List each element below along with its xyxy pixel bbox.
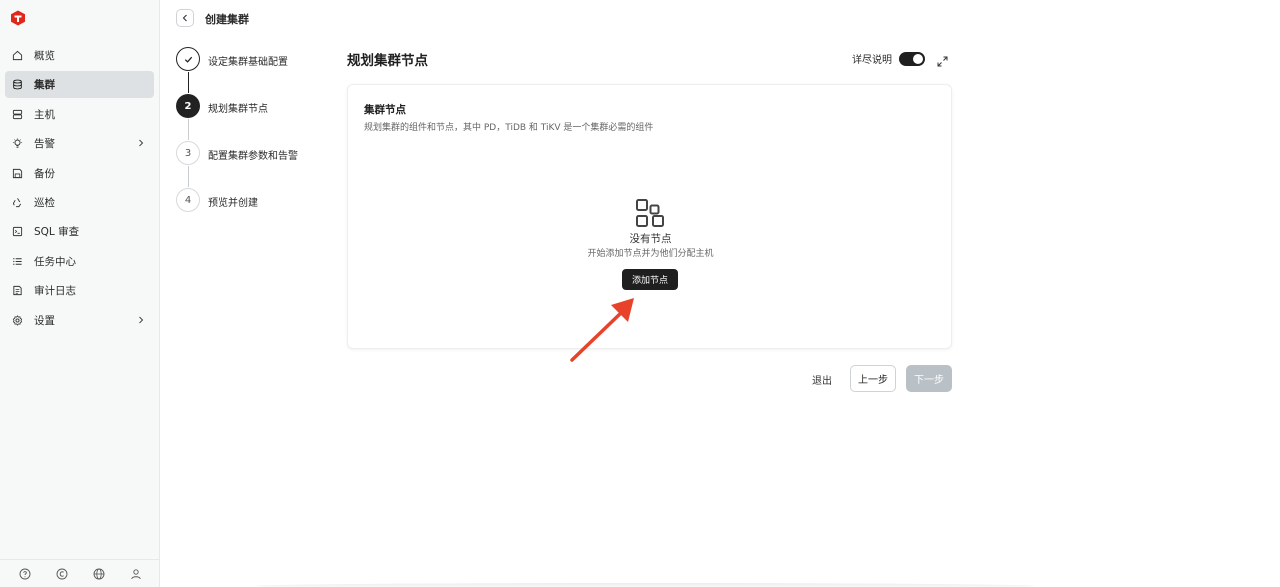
sidebar-item-overview[interactable]: 概览 (5, 42, 154, 69)
sidebar: 概览 集群 主机 告警 备份 巡检 SQL 审查 任务中心 审计日志 设置 (0, 0, 160, 587)
annotation-arrow-icon (570, 298, 634, 362)
step-label: 配置集群参数和告警 (208, 151, 298, 162)
page-title: 创建集群 (205, 13, 249, 26)
back-button[interactable] (176, 9, 194, 27)
empty-state-subtitle: 开始添加节点并为他们分配主机 (587, 249, 714, 259)
step-number: 3 (176, 141, 200, 165)
nodes-empty-icon (635, 198, 665, 228)
globe-icon[interactable] (93, 568, 105, 580)
sidebar-item-clusters[interactable]: 集群 (5, 71, 154, 99)
sidebar-item-sql-review[interactable]: SQL 审查 (5, 218, 154, 245)
detail-toggle: 详尽说明 (852, 51, 925, 66)
step-label: 预览并创建 (208, 198, 258, 209)
sidebar-item-label: 概览 (34, 50, 55, 62)
step-connector (187, 72, 189, 93)
sidebar-item-label: 巡检 (34, 196, 55, 209)
brand-logo[interactable] (10, 10, 26, 26)
document-icon (11, 285, 23, 297)
cluster-nodes-card: 集群节点 规划集群的组件和节点，其中 PD，TiDB 和 TiKV 是一个集群必… (347, 84, 952, 349)
sidebar-item-label: 主机 (34, 108, 55, 121)
step-connector (187, 119, 189, 140)
sidebar-item-label: 集群 (34, 79, 55, 92)
step-4[interactable]: 4 预览并创建 (176, 188, 336, 235)
copyright-icon[interactable] (56, 568, 68, 580)
sidebar-item-label: 审计日志 (34, 285, 76, 298)
chevron-right-icon (136, 138, 146, 148)
chevron-right-icon (136, 315, 146, 325)
sidebar-item-hosts[interactable]: 主机 (5, 101, 154, 128)
recycle-icon (11, 196, 23, 208)
check-icon (184, 56, 192, 63)
app-window: 概览 集群 主机 告警 备份 巡检 SQL 审查 任务中心 审计日志 设置 创建… (0, 0, 1280, 587)
help-icon[interactable] (19, 568, 31, 580)
sidebar-item-alerts[interactable]: 告警 (5, 130, 154, 157)
detail-toggle-label: 详尽说明 (852, 55, 892, 66)
step-2[interactable]: 2 规划集群节点 (176, 94, 336, 141)
card-description: 规划集群的组件和节点，其中 PD，TiDB 和 TiKV 是一个集群必需的组件 (364, 123, 654, 133)
sidebar-footer (0, 559, 160, 587)
previous-step-button[interactable]: 上一步 (850, 365, 896, 392)
wizard-steps: 设定集群基础配置 2 规划集群节点 3 配置集群参数和告警 4 预览并创建 (176, 47, 336, 235)
user-icon[interactable] (130, 568, 142, 580)
chevron-left-icon (182, 14, 187, 22)
server-icon (11, 108, 23, 120)
sidebar-item-label: 设置 (34, 314, 55, 327)
sidebar-item-label: SQL 审查 (34, 226, 80, 239)
bulb-icon (11, 138, 23, 150)
next-step-button[interactable]: 下一步 (906, 365, 952, 392)
exit-button[interactable]: 退出 (804, 366, 840, 392)
expand-icon[interactable] (937, 52, 948, 67)
section-title: 规划集群节点 (347, 53, 428, 69)
sidebar-item-inspection[interactable]: 巡检 (5, 189, 154, 216)
sidebar-nav: 概览 集群 主机 告警 备份 巡检 SQL 审查 任务中心 审计日志 设置 (5, 42, 154, 336)
step-number: 2 (176, 94, 200, 118)
step-connector (187, 166, 189, 187)
sidebar-item-label: 任务中心 (34, 255, 76, 268)
bottom-edge-shadow (255, 583, 1035, 587)
add-node-button[interactable]: 添加节点 (622, 269, 678, 290)
empty-state-title: 没有节点 (629, 233, 672, 245)
sidebar-item-settings[interactable]: 设置 (5, 307, 154, 334)
step-number: 4 (176, 188, 200, 212)
step-label: 规划集群节点 (208, 104, 268, 115)
terminal-icon (11, 226, 23, 238)
sidebar-item-label: 告警 (34, 138, 55, 151)
list-icon (11, 255, 23, 267)
sidebar-item-audit-log[interactable]: 审计日志 (5, 277, 154, 304)
database-icon (11, 79, 23, 91)
step-3[interactable]: 3 配置集群参数和告警 (176, 141, 336, 188)
step-label: 设定集群基础配置 (208, 57, 288, 68)
sidebar-item-backup[interactable]: 备份 (5, 160, 154, 187)
sidebar-item-label: 备份 (34, 167, 55, 180)
gear-icon (11, 314, 23, 326)
save-icon (11, 167, 23, 179)
step-1[interactable]: 设定集群基础配置 (176, 47, 336, 94)
home-icon (11, 50, 23, 62)
step-done-indicator (176, 47, 200, 71)
sidebar-item-task-center[interactable]: 任务中心 (5, 248, 154, 275)
detail-switch[interactable] (899, 51, 925, 66)
card-title: 集群节点 (364, 104, 406, 116)
